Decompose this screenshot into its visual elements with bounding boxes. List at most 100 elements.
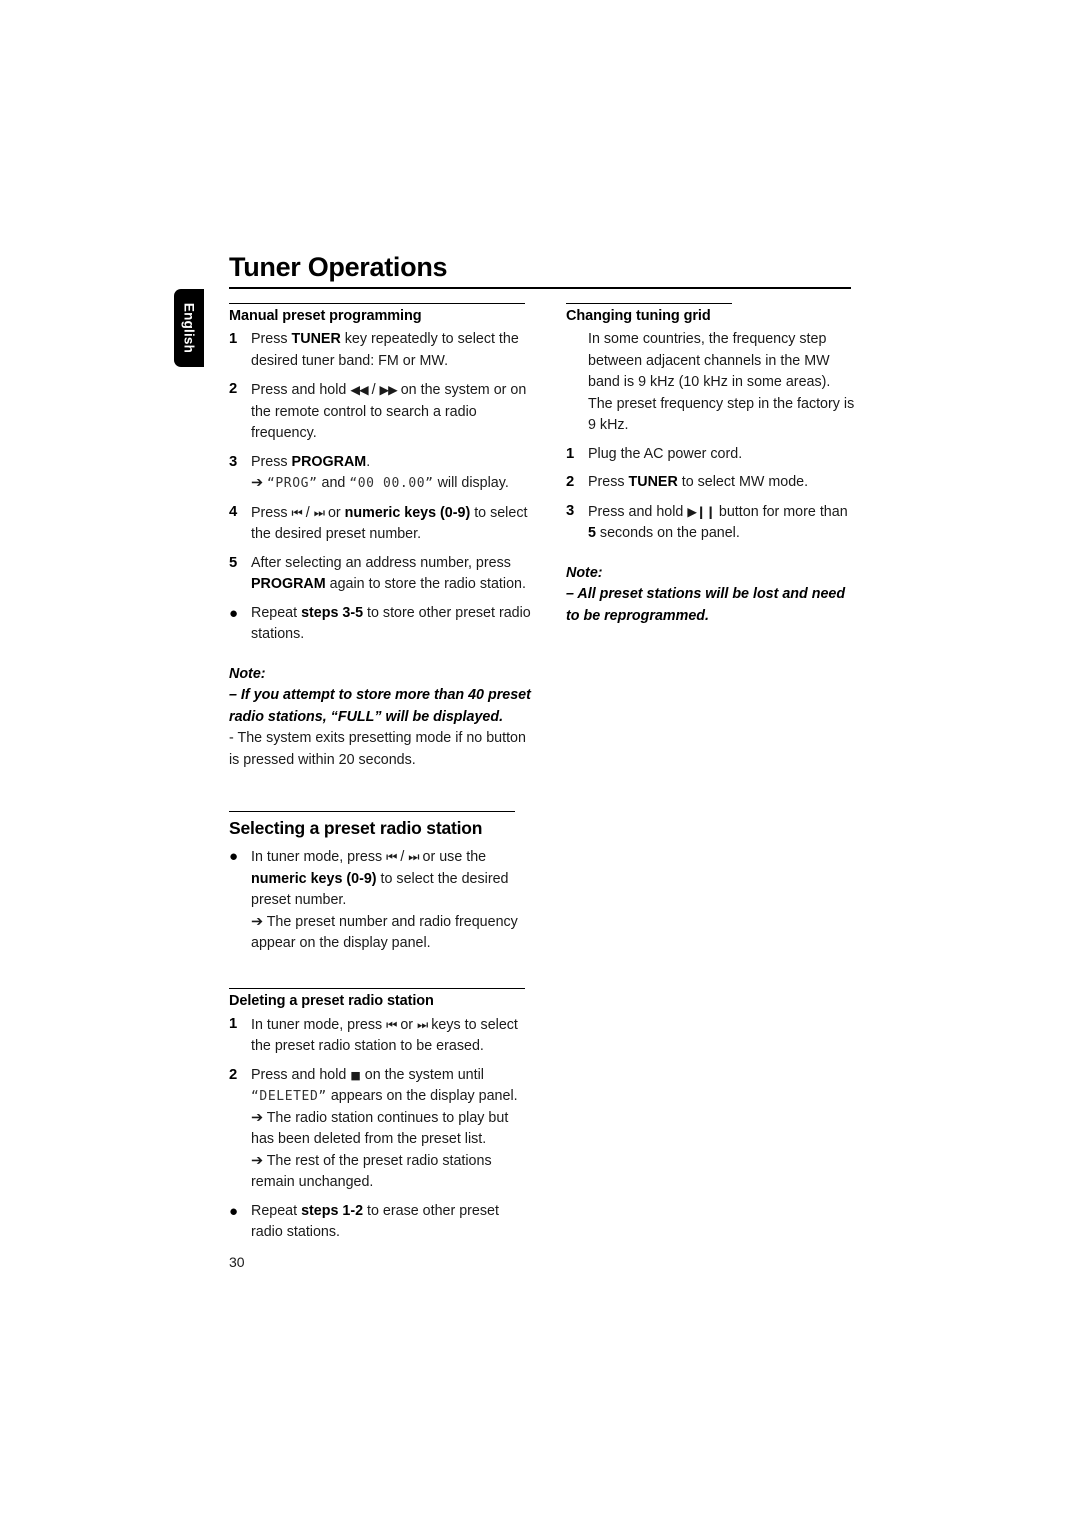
body-text: ➔ (251, 475, 267, 491)
body-text: or use the (418, 849, 487, 865)
body-text: / (396, 849, 409, 865)
changing-grid-intro: In some countries, the frequency step be… (588, 331, 855, 433)
list-item: 4 Press ⏮ / ⏭ or numeric keys (0-9) to se… (229, 502, 531, 546)
step-number: 3 (566, 502, 575, 519)
changing-grid-heading: Changing tuning grid (566, 308, 711, 324)
changing-grid-steps: 1 Plug the AC power cord. 2 Press TUNER to … (566, 444, 856, 545)
list-item-text: Press TUNER to select MW mode. (588, 474, 808, 490)
emphasis-text: TUNER (628, 474, 678, 490)
changing-grid-heading-rule: Changing tuning grid (566, 303, 732, 329)
note-line: - The system exits presetting mode if no… (229, 730, 526, 768)
result-line: ➔ The preset number and radio frequency … (251, 912, 531, 955)
body-text: again to store the radio station. (325, 576, 526, 592)
body-text: Press (251, 331, 292, 347)
body-text: Press and hold (251, 382, 351, 398)
result-line: ➔ “PROG” and “00 00.00” will display. (251, 473, 531, 495)
note-line: – If you attempt to store more than 40 p… (229, 687, 531, 725)
step-number: 2 (566, 474, 575, 490)
list-item-text: Press ⏮ / ⏭ or numeric keys (0-9) to sel… (251, 505, 527, 543)
body-text: appears on the display panel. (326, 1088, 518, 1104)
step-number: 3 (229, 453, 238, 470)
list-item: 2 Press TUNER to select MW mode. (566, 472, 856, 494)
list-item-text: Press TUNER key repeatedly to select the… (251, 331, 519, 369)
step-number: 2 (229, 381, 238, 397)
page-title: Tuner Operations (229, 252, 448, 282)
body-text: on the system until (360, 1066, 484, 1083)
list-item-text: Press and hold ▶❙❙ button for more than … (588, 504, 848, 542)
list-item: 3 Press and hold ▶❙❙ button for more than… (566, 501, 856, 545)
body-text: and (317, 475, 350, 491)
transport-icon: ▶❙❙ (687, 503, 716, 519)
body-text: Plug the AC power cord. (588, 445, 743, 462)
lcd-display-text: “00 00.00” (349, 476, 434, 491)
transport-icon: ⏮ (386, 1016, 397, 1032)
emphasis-text: numeric keys (0-9) (251, 870, 377, 887)
stop-icon: ■ (350, 1068, 361, 1082)
list-item: 5 After selecting an address number, pres… (229, 553, 531, 596)
step-number: 5 (229, 554, 238, 571)
result-line: ➔ The rest of the preset radio stations … (251, 1151, 531, 1194)
page-number: 30 (229, 1254, 245, 1270)
left-column: Manual preset programming 1 Press TUNER k… (229, 303, 531, 1251)
list-item: 1 Press TUNER key repeatedly to select th… (229, 329, 531, 372)
list-item-text: After selecting an address number, press… (251, 555, 526, 593)
step-number: 1 (229, 1015, 238, 1032)
body-text: Press and hold (588, 503, 688, 520)
transport-icon: ⏭ (313, 504, 325, 520)
transport-icon: ⏭ (417, 1016, 428, 1032)
deleting-preset-heading: Deleting a preset radio station (229, 992, 434, 1009)
body-text: . (366, 453, 371, 470)
transport-icon: ⏭ (408, 849, 419, 864)
list-item: ● In tuner mode, press ⏮ / ⏭ or use the n… (229, 846, 531, 955)
body-text: or (396, 1016, 418, 1033)
bullet-marker: ● (229, 1202, 239, 1220)
body-text: ➔ The radio station continues to play bu… (251, 1109, 509, 1148)
transport-icon: ▶▶ (379, 382, 398, 397)
list-item-text: Repeat steps 3-5 to store other preset r… (251, 605, 531, 643)
step-number: 1 (566, 445, 575, 462)
note-line: – All preset stations will be lost and n… (566, 586, 846, 624)
step-number: 2 (229, 1066, 238, 1083)
list-item-text: In tuner mode, press ⏮ / ⏭ or use the nu… (251, 849, 509, 908)
list-item-text: Repeat steps 1-2 to erase other preset r… (251, 1203, 499, 1241)
body-text: / (301, 504, 314, 521)
list-item: 1 In tuner mode, press ⏮ or ⏭ keys to sel… (229, 1014, 531, 1058)
title-divider (229, 287, 851, 289)
selecting-preset-heading-rule: Selecting a preset radio station (229, 811, 515, 846)
emphasis-text: numeric keys (0-9) (344, 504, 471, 521)
list-item: 1 Plug the AC power cord. (566, 444, 856, 466)
lcd-display-text: “DELETED” (251, 1089, 327, 1104)
list-item: 2 Press and hold ◀◀ / ▶▶ on the system or… (229, 379, 531, 445)
emphasis-text: 5 (588, 525, 596, 541)
list-item-text: Press PROGRAM. (251, 454, 370, 470)
emphasis-text: TUNER (291, 331, 341, 347)
body-text: Press (251, 453, 292, 470)
manual-preset-notes: – If you attempt to store more than 40 p… (229, 685, 531, 771)
manual-preset-heading: Manual preset programming (229, 308, 422, 324)
right-column: Changing tuning grid In some countries, … (566, 303, 856, 627)
selecting-preset-heading: Selecting a preset radio station (229, 818, 483, 838)
body-text: seconds on the panel. (595, 525, 740, 541)
body-text: Repeat (251, 1202, 302, 1219)
emphasis-text: PROGRAM (291, 453, 367, 470)
step-number: 4 (229, 503, 238, 520)
body-text: ➔ The rest of the preset radio stations … (251, 1152, 492, 1191)
list-item-text: Press and hold ■ on the system until “DE… (251, 1067, 518, 1105)
body-text: or (323, 504, 345, 521)
transport-icon: ◀◀ (350, 382, 368, 397)
emphasis-text: PROGRAM (251, 576, 326, 592)
bullet-marker: ● (229, 848, 239, 865)
changing-grid-note-label: Note: (566, 564, 603, 581)
body-text: In tuner mode, press (251, 849, 387, 865)
selecting-preset-steps: ● In tuner mode, press ⏮ / ⏭ or use the n… (229, 846, 531, 955)
body-text: to select MW mode. (677, 474, 809, 490)
manual-preset-heading-rule: Manual preset programming (229, 303, 525, 329)
body-text: Press and hold (251, 1066, 351, 1083)
transport-icon: ⏮ (291, 504, 303, 520)
deleting-preset-steps: 1 In tuner mode, press ⏮ or ⏭ keys to sel… (229, 1014, 531, 1244)
body-text: button for more than (714, 503, 848, 520)
list-item-text: Plug the AC power cord. (588, 446, 742, 462)
body-text: After selecting an address number, press (251, 554, 511, 571)
list-item: 2 Press and hold ■ on the system until “D… (229, 1065, 531, 1194)
bullet-marker: ● (229, 604, 239, 622)
